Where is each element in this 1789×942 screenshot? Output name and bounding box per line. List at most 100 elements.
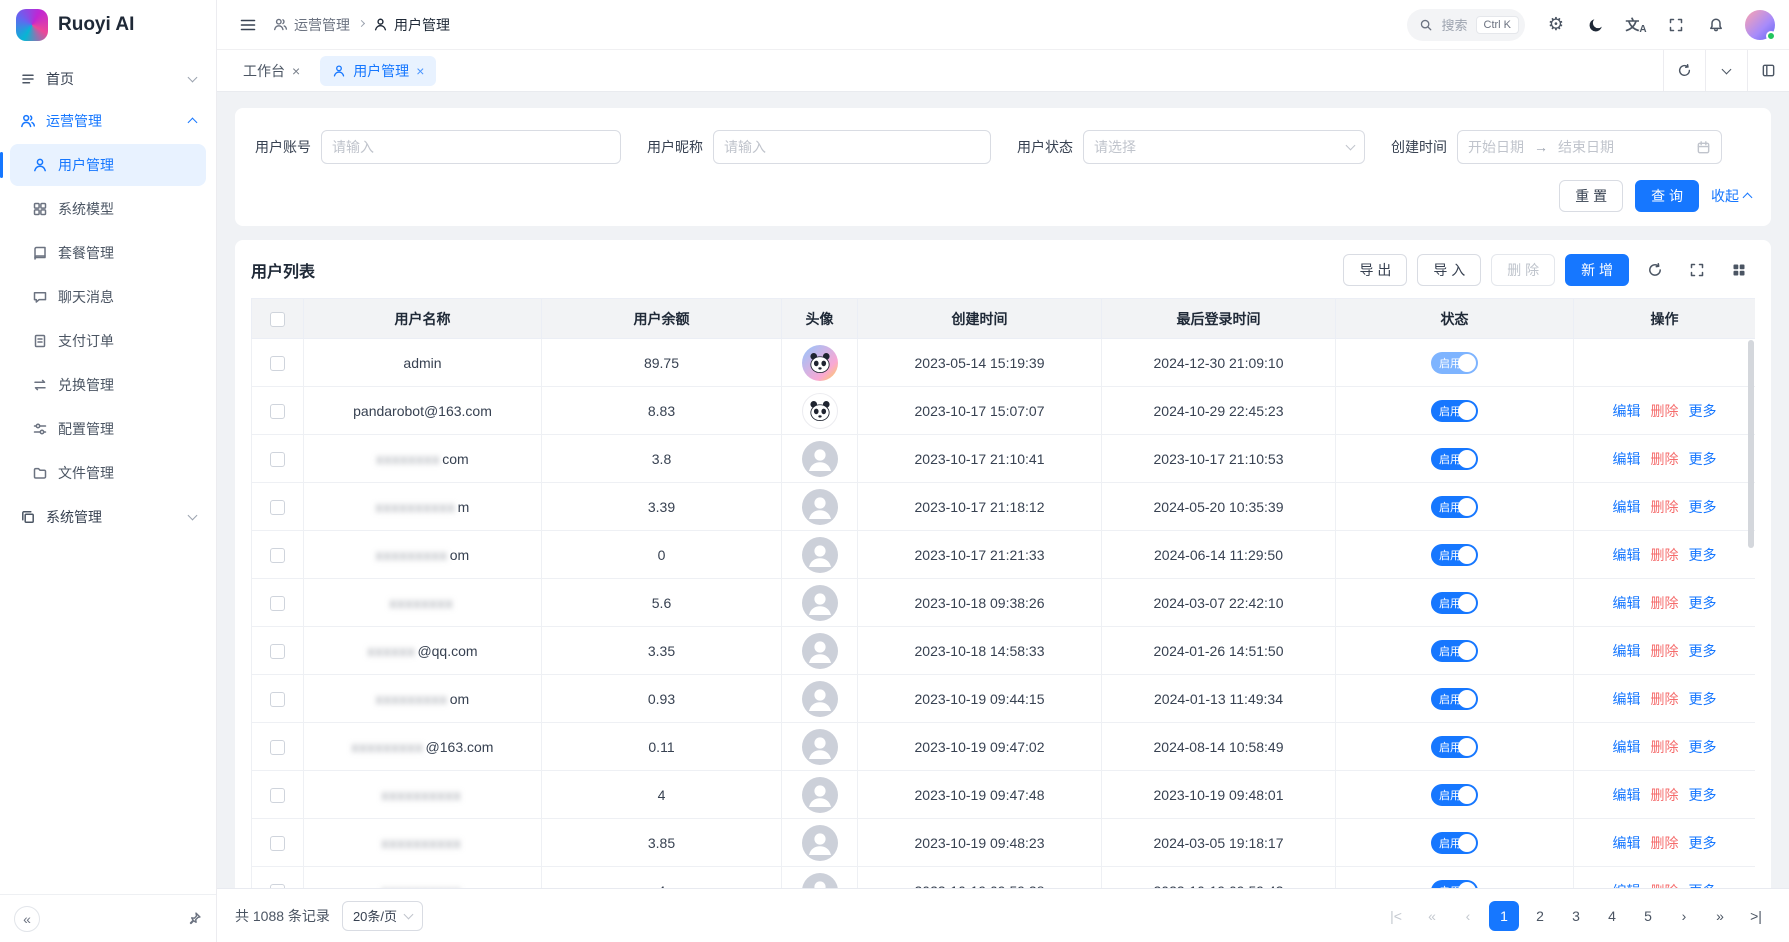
more-link[interactable]: 更多	[1689, 547, 1717, 563]
more-link[interactable]: 更多	[1689, 403, 1717, 419]
edit-link[interactable]: 编辑	[1613, 691, 1641, 707]
nickname-input[interactable]	[713, 130, 991, 164]
more-link[interactable]: 更多	[1689, 883, 1717, 889]
created-date-range[interactable]: 开始日期 → 结束日期	[1457, 130, 1722, 164]
last-page-button[interactable]: >|	[1741, 901, 1771, 931]
sidebar-item-system-management[interactable]: 系统管理	[10, 496, 206, 538]
sidebar-item-system-model[interactable]: 系统模型	[10, 188, 206, 230]
row-checkbox[interactable]	[270, 452, 285, 467]
row-checkbox[interactable]	[270, 356, 285, 371]
row-checkbox[interactable]	[270, 548, 285, 563]
row-checkbox[interactable]	[270, 500, 285, 515]
status-toggle[interactable]: 启用	[1431, 736, 1478, 758]
user-avatar[interactable]	[1745, 10, 1775, 40]
sidebar-item-config-management[interactable]: 配置管理	[10, 408, 206, 450]
edit-link[interactable]: 编辑	[1613, 499, 1641, 515]
edit-link[interactable]: 编辑	[1613, 547, 1641, 563]
search-button[interactable]: 查 询	[1635, 180, 1699, 212]
row-checkbox[interactable]	[270, 836, 285, 851]
dark-mode-moon-icon[interactable]	[1579, 8, 1613, 42]
sidebar-item-home[interactable]: 首页	[10, 58, 206, 100]
sidebar-item-operations[interactable]: 运营管理	[10, 100, 206, 142]
edit-link[interactable]: 编辑	[1613, 403, 1641, 419]
edit-link[interactable]: 编辑	[1613, 883, 1641, 889]
delete-link[interactable]: 删除	[1651, 883, 1679, 889]
more-link[interactable]: 更多	[1689, 787, 1717, 803]
add-button[interactable]: 新 增	[1565, 254, 1629, 286]
edit-link[interactable]: 编辑	[1613, 739, 1641, 755]
status-toggle[interactable]: 启用	[1431, 880, 1478, 889]
sidebar-item-exchange-management[interactable]: 兑换管理	[10, 364, 206, 406]
notifications-bell-icon[interactable]	[1699, 8, 1733, 42]
pin-icon[interactable]	[187, 911, 202, 926]
edit-link[interactable]: 编辑	[1613, 643, 1641, 659]
import-button[interactable]: 导 入	[1417, 254, 1481, 286]
delete-link[interactable]: 删除	[1651, 547, 1679, 563]
more-link[interactable]: 更多	[1689, 499, 1717, 515]
page-3-button[interactable]: 3	[1561, 901, 1591, 931]
breadcrumb-operations[interactable]: 运营管理	[273, 15, 350, 35]
edit-link[interactable]: 编辑	[1613, 595, 1641, 611]
page-1-button[interactable]: 1	[1489, 901, 1519, 931]
more-link[interactable]: 更多	[1689, 739, 1717, 755]
status-toggle[interactable]: 启用	[1431, 352, 1478, 374]
language-translate-icon[interactable]: 文A	[1619, 8, 1653, 42]
next-page-button[interactable]: ›	[1669, 901, 1699, 931]
sidebar-item-payment-orders[interactable]: 支付订单	[10, 320, 206, 362]
tab-user-management[interactable]: 用户管理 ×	[320, 56, 436, 86]
more-link[interactable]: 更多	[1689, 643, 1717, 659]
sidebar-item-file-management[interactable]: 文件管理	[10, 452, 206, 494]
more-link[interactable]: 更多	[1689, 451, 1717, 467]
status-toggle[interactable]: 启用	[1431, 688, 1478, 710]
status-toggle[interactable]: 启用	[1431, 784, 1478, 806]
reset-button[interactable]: 重 置	[1559, 180, 1623, 212]
row-checkbox[interactable]	[270, 596, 285, 611]
delete-link[interactable]: 删除	[1651, 643, 1679, 659]
sidebar-item-user-management[interactable]: 用户管理	[10, 144, 206, 186]
page-size-select[interactable]: 20条/页	[342, 901, 423, 931]
sidebar-item-chat-messages[interactable]: 聊天消息	[10, 276, 206, 318]
select-all-checkbox[interactable]	[270, 312, 285, 327]
first-page-button[interactable]: |<	[1381, 901, 1411, 931]
tab-workbench[interactable]: 工作台 ×	[231, 56, 312, 86]
row-checkbox[interactable]	[270, 884, 285, 888]
status-toggle[interactable]: 启用	[1431, 592, 1478, 614]
settings-gear-icon[interactable]: ⚙	[1539, 8, 1573, 42]
edit-link[interactable]: 编辑	[1613, 451, 1641, 467]
breadcrumb-user-management[interactable]: 用户管理	[373, 15, 450, 35]
scrollbar-thumb[interactable]	[1748, 340, 1754, 548]
page-2-button[interactable]: 2	[1525, 901, 1555, 931]
delete-link[interactable]: 删除	[1651, 403, 1679, 419]
row-checkbox[interactable]	[270, 692, 285, 707]
account-input[interactable]	[321, 130, 621, 164]
delete-button[interactable]: 删 除	[1491, 254, 1555, 286]
row-checkbox[interactable]	[270, 644, 285, 659]
status-toggle[interactable]: 启用	[1431, 448, 1478, 470]
fullscreen-icon[interactable]	[1659, 8, 1693, 42]
close-icon[interactable]: ×	[416, 63, 424, 79]
page-5-button[interactable]: 5	[1633, 901, 1663, 931]
export-button[interactable]: 导 出	[1343, 254, 1407, 286]
hamburger-icon[interactable]	[231, 8, 265, 42]
refresh-icon[interactable]	[1639, 254, 1671, 286]
delete-link[interactable]: 删除	[1651, 499, 1679, 515]
columns-grid-icon[interactable]	[1723, 254, 1755, 286]
table-fullscreen-icon[interactable]	[1681, 254, 1713, 286]
status-toggle[interactable]: 启用	[1431, 640, 1478, 662]
delete-link[interactable]: 删除	[1651, 739, 1679, 755]
forward-5-pages-button[interactable]: »	[1705, 901, 1735, 931]
delete-link[interactable]: 删除	[1651, 691, 1679, 707]
status-select[interactable]: 请选择	[1083, 130, 1365, 164]
delete-link[interactable]: 删除	[1651, 787, 1679, 803]
row-checkbox[interactable]	[270, 740, 285, 755]
close-icon[interactable]: ×	[292, 63, 300, 79]
delete-link[interactable]: 删除	[1651, 835, 1679, 851]
status-toggle[interactable]: 启用	[1431, 832, 1478, 854]
row-checkbox[interactable]	[270, 404, 285, 419]
sidebar-collapse-button[interactable]: «	[14, 906, 40, 932]
tab-refresh-icon[interactable]	[1663, 50, 1705, 91]
delete-link[interactable]: 删除	[1651, 595, 1679, 611]
delete-link[interactable]: 删除	[1651, 451, 1679, 467]
status-toggle[interactable]: 启用	[1431, 400, 1478, 422]
global-search[interactable]: 搜索 Ctrl K	[1407, 9, 1525, 41]
